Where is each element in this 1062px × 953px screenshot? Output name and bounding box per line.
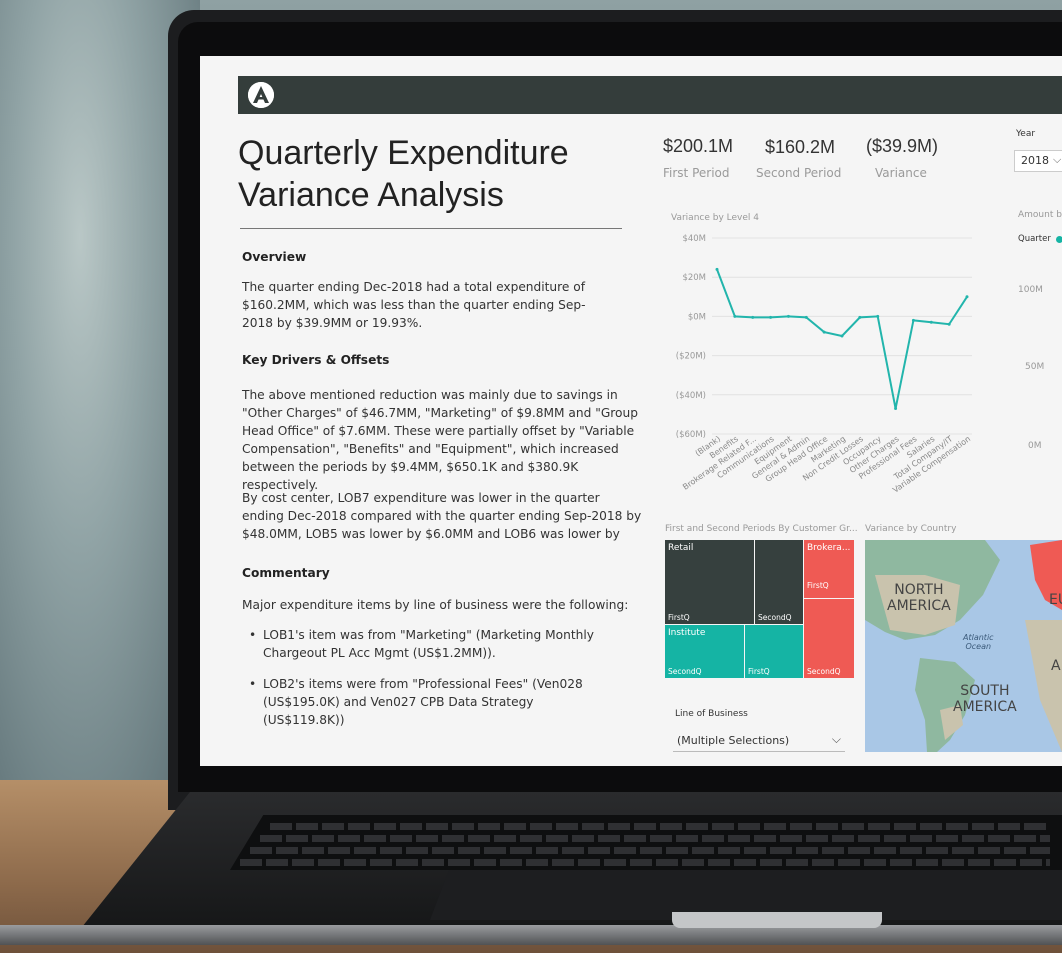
map-label-south-america: SOUTH AMERICA — [953, 683, 1017, 715]
title-divider — [240, 228, 622, 229]
map-label-a: A — [1051, 658, 1061, 674]
drivers-heading: Key Drivers & Offsets — [242, 353, 390, 367]
kpi-variance-label: Variance — [875, 166, 927, 180]
y-tick-label: $40M — [682, 234, 706, 244]
kpi-first-period-label: First Period — [663, 166, 730, 180]
key-row — [260, 835, 1050, 842]
title-line-2: Variance Analysis — [238, 176, 504, 214]
data-point[interactable] — [751, 315, 755, 319]
y-tick-label: ($20M) — [676, 352, 706, 362]
amount-legend-label: Quarter — [1018, 234, 1051, 244]
tile-sublabel: FirstQ — [807, 581, 829, 590]
legend-marker — [1056, 236, 1062, 243]
key-row — [270, 823, 1050, 830]
map-label-text: Atlantic Ocean — [963, 633, 994, 651]
line-chart-title: Variance by Level 4 — [671, 213, 759, 223]
treemap-tile-retail[interactable]: Retail FirstQ — [665, 540, 754, 624]
data-point[interactable] — [822, 330, 826, 334]
commentary-heading: Commentary — [242, 566, 330, 580]
map-label-north-america: NORTH AMERICA — [887, 582, 951, 614]
y-tick-label: $20M — [682, 273, 706, 283]
tile-label: Institute — [668, 628, 706, 638]
laptop-base-edge — [0, 925, 1062, 945]
commentary-bullet: LOB1's item was from "Marketing" (Market… — [249, 626, 613, 662]
kpi-second-period-value: $160.2M — [765, 137, 836, 157]
amount-y-tick: 100M — [1018, 285, 1043, 295]
cost-center-text: By cost center, LOB7 expenditure was low… — [242, 491, 642, 541]
data-point[interactable] — [894, 407, 898, 411]
treemap-title: First and Second Periods By Customer Gr.… — [665, 524, 858, 534]
key-row — [250, 847, 1050, 854]
key-row — [240, 859, 1050, 866]
line-of-business-dropdown[interactable]: (Multiple Selections) ⌵ — [673, 728, 845, 752]
data-point[interactable] — [733, 314, 737, 318]
year-dropdown[interactable]: 2018 ⌵ — [1014, 150, 1062, 172]
treemap-tile-brokerage-second[interactable]: SecondQ — [804, 599, 854, 678]
title-line-1: Quarterly Expenditure — [238, 134, 569, 172]
tile-sublabel: SecondQ — [807, 667, 841, 676]
y-tick-label: ($60M) — [676, 430, 706, 440]
tile-label: Retail — [668, 543, 694, 553]
data-point[interactable] — [715, 267, 719, 271]
map-label-text: EU — [1049, 592, 1062, 608]
treemap-tile-institute[interactable]: Institute SecondQ — [665, 625, 744, 678]
map-title: Variance by Country — [865, 524, 957, 534]
data-point[interactable] — [965, 295, 969, 299]
amount-chart-title: Amount b — [1018, 210, 1062, 220]
data-point[interactable] — [929, 320, 933, 324]
year-dropdown-value: 2018 — [1021, 154, 1049, 167]
data-point[interactable] — [786, 314, 790, 318]
page-title: Quarterly Expenditure Variance Analysis — [238, 132, 628, 216]
chevron-down-icon: ⌵ — [1053, 153, 1062, 166]
report-screen: Quarterly Expenditure Variance Analysis … — [200, 56, 1062, 766]
variance-line-chart: $40M$20M$0M($20M)($40M)($60M)(Blank)Bene… — [676, 234, 972, 495]
data-point[interactable] — [804, 315, 808, 319]
kpi-first-period-value: $200.1M — [663, 136, 734, 156]
commentary-bullet: LOB2's items were from "Professional Fee… — [249, 675, 613, 729]
data-point[interactable] — [769, 315, 773, 319]
map-label-text: NORTH AMERICA — [887, 582, 951, 614]
tile-sublabel: FirstQ — [668, 613, 690, 622]
line-of-business-value: (Multiple Selections) — [677, 734, 790, 747]
overview-heading: Overview — [242, 250, 307, 264]
tile-sublabel: SecondQ — [668, 667, 702, 676]
drivers-text: The above mentioned reduction was mainly… — [242, 388, 638, 492]
customer-group-treemap: Retail FirstQ SecondQ Brokera... FirstQ … — [665, 540, 854, 678]
amount-y-tick: 0M — [1028, 441, 1042, 451]
treemap-tile-institute-first[interactable]: FirstQ — [745, 625, 803, 678]
tile-sublabel: FirstQ — [748, 667, 770, 676]
y-tick-label: $0M — [688, 312, 706, 322]
commentary-text: Major expenditure items by line of busin… — [242, 598, 629, 612]
amount-y-tick: 50M — [1025, 362, 1045, 372]
map-label-text: SOUTH AMERICA — [953, 683, 1017, 715]
data-point[interactable] — [911, 318, 915, 322]
overview-text: The quarter ending Dec-2018 had a total … — [242, 280, 586, 330]
data-point[interactable] — [947, 322, 951, 326]
treemap-tile-brokerage[interactable]: Brokera... FirstQ — [804, 540, 854, 598]
treemap-tile-retail-second[interactable]: SecondQ — [755, 540, 803, 624]
line-of-business-label: Line of Business — [675, 709, 748, 719]
company-logo-icon — [248, 82, 274, 108]
map-label-text: A — [1051, 658, 1061, 674]
chevron-down-icon: ⌵ — [831, 732, 841, 746]
map-label-eu: EU — [1049, 592, 1062, 608]
y-tick-label: ($40M) — [676, 391, 706, 401]
tile-sublabel: SecondQ — [758, 613, 792, 622]
data-point[interactable] — [876, 314, 880, 318]
map-label-atlantic: Atlantic Ocean — [963, 633, 994, 651]
data-point[interactable] — [858, 315, 862, 319]
variance-map[interactable]: NORTH AMERICA SOUTH AMERICA Atlantic Oce… — [865, 540, 1062, 752]
report-header-bar — [238, 76, 1062, 114]
tile-label: Brokera... — [807, 543, 851, 553]
year-filter-label: Year — [1016, 129, 1036, 139]
keyboard — [230, 815, 1062, 870]
kpi-second-period-label: Second Period — [756, 166, 842, 180]
kpi-variance-value: ($39.9M) — [866, 136, 939, 156]
variance-series-line — [716, 269, 968, 409]
laptop-notch — [672, 912, 882, 928]
data-point[interactable] — [840, 334, 844, 338]
